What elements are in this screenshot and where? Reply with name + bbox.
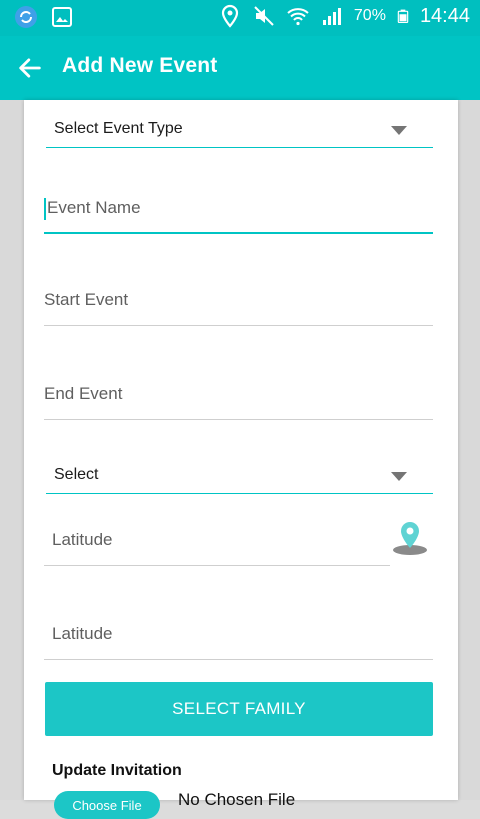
update-invitation-title: Update Invitation: [52, 762, 182, 779]
end-event-underline: [44, 419, 433, 420]
status-bar: 70% 14:44: [0, 0, 480, 36]
wifi-icon: [287, 8, 309, 26]
select-dropdown[interactable]: Select: [46, 454, 433, 494]
dropdown-underline: [46, 492, 433, 494]
sync-app-icon: [15, 6, 37, 28]
latitude-field-1[interactable]: Latitude: [44, 516, 390, 566]
arrow-left-icon[interactable]: [16, 54, 44, 82]
page-title: Add New Event: [62, 54, 218, 77]
end-event-field[interactable]: End Event: [44, 370, 433, 420]
event-type-dropdown[interactable]: Select Event Type: [46, 108, 433, 148]
event-name-field[interactable]: Event Name: [44, 184, 433, 234]
choose-file-button[interactable]: Choose File: [54, 791, 160, 819]
app-bar: Add New Event: [0, 36, 480, 100]
no-file-text: No Chosen File: [178, 790, 296, 809]
location-icon: [221, 4, 239, 28]
gallery-icon: [52, 7, 72, 27]
start-event-underline: [44, 325, 433, 326]
select-dropdown-label: Select: [54, 466, 99, 483]
battery-icon: [397, 9, 409, 23]
select-family-button[interactable]: SELECT FAMILY: [45, 682, 433, 736]
dropdown-underline: [46, 146, 433, 148]
dropdown-arrow-icon: [391, 126, 407, 135]
start-event-field[interactable]: Start Event: [44, 276, 433, 326]
left-gutter: [0, 100, 24, 800]
event-name-hint: Event Name: [47, 198, 141, 217]
battery-percent: 70%: [353, 7, 386, 24]
event-name-underline: [44, 232, 433, 234]
text-cursor: [44, 198, 46, 220]
right-gutter: [458, 100, 480, 800]
signal-icon: [322, 8, 341, 25]
latitude-hint-2: Latitude: [52, 624, 113, 643]
start-event-hint: Start Event: [44, 290, 129, 309]
clock: 14:44: [419, 4, 470, 27]
dropdown-arrow-icon: [391, 472, 407, 481]
end-event-hint: End Event: [44, 384, 123, 403]
map-pin-icon[interactable]: [392, 520, 432, 556]
latitude-underline-2: [44, 659, 433, 660]
latitude-hint-1: Latitude: [52, 530, 113, 549]
latitude-field-2[interactable]: Latitude: [44, 610, 433, 660]
mute-icon: [254, 6, 274, 26]
latitude-underline-1: [44, 565, 390, 566]
event-type-label: Select Event Type: [54, 120, 183, 137]
